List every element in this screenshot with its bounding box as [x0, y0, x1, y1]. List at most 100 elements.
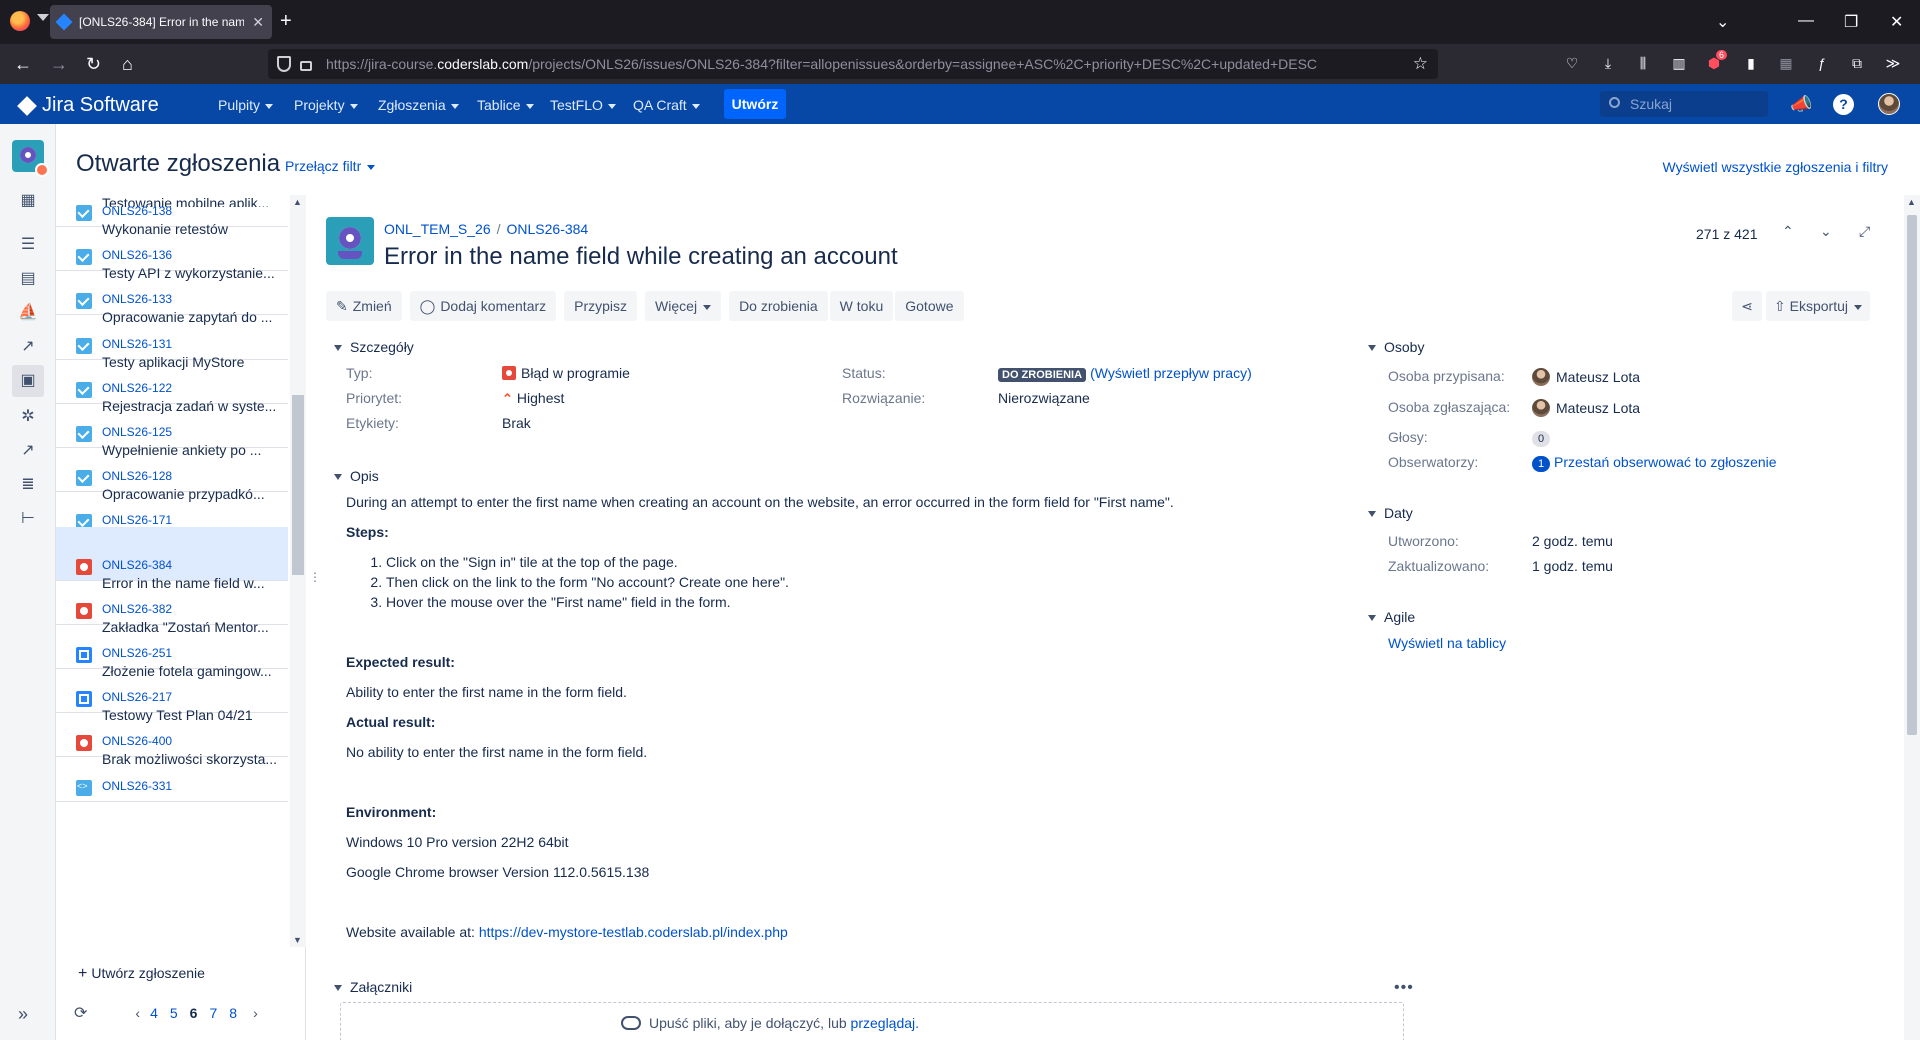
view-on-board-link[interactable]: Wyświetl na tablicy — [1388, 635, 1506, 651]
releases-icon[interactable]: ⛵ — [16, 301, 40, 325]
backlog-icon[interactable]: ▦ — [16, 189, 40, 213]
page-scrollbar[interactable]: ▲ — [1904, 195, 1920, 1040]
extension-icon-2[interactable]: ▦ — [1777, 55, 1795, 73]
minimize-icon[interactable]: — — [1798, 12, 1814, 30]
announcement-icon[interactable]: 📣 — [1790, 94, 1812, 115]
transition-todo-button[interactable]: Do zrobienia — [729, 291, 828, 321]
user-avatar[interactable] — [1878, 93, 1900, 115]
share-button[interactable]: ⋖ — [1732, 291, 1762, 321]
url-text[interactable]: https://jira-course.coderslab.com/projec… — [326, 56, 1317, 72]
watchers-value[interactable]: 1 Przestań obserwować to zgłoszenie — [1532, 454, 1777, 472]
transition-done-button[interactable]: Gotowe — [895, 291, 964, 321]
previous-issue-icon[interactable]: ⌃ — [1782, 223, 1794, 240]
chart-icon[interactable]: ↗ — [16, 439, 40, 463]
extension-icon[interactable]: ▮ — [1742, 55, 1760, 73]
website-link[interactable]: https://dev-mystore-testlab.coderslab.pl… — [479, 924, 788, 940]
expand-sidebar-icon[interactable]: » — [18, 1004, 28, 1025]
list-item-key[interactable]: ONLS26-251 — [102, 646, 172, 660]
list-item-key[interactable]: ONLS26-122 — [102, 381, 172, 395]
next-issue-icon[interactable]: ⌄ — [1820, 223, 1832, 240]
formula-icon[interactable]: ƒ — [1813, 55, 1831, 73]
more-button[interactable]: Więcej — [645, 291, 722, 321]
add-comment-button[interactable]: ◯ Dodaj komentarz — [409, 291, 557, 321]
home-icon[interactable]: ⌂ — [122, 54, 133, 74]
next-page-icon[interactable]: › — [253, 1005, 258, 1021]
browse-link[interactable]: przeglądaj. — [851, 1015, 920, 1031]
transition-in-progress-button[interactable]: W toku — [829, 291, 894, 321]
overflow-menu-icon[interactable]: ≫ — [1884, 55, 1902, 73]
breadcrumb-issue-key[interactable]: ONLS26-384 — [507, 221, 589, 237]
attachment-dropzone[interactable]: Upuść pliki, aby je dołączyć, lub przegl… — [340, 1002, 1404, 1040]
assign-button[interactable]: Przypisz — [564, 291, 638, 321]
lock-icon[interactable] — [300, 61, 312, 71]
list-icon[interactable]: ≣ — [16, 473, 40, 497]
menu-projects[interactable]: Projekty — [294, 97, 358, 113]
back-icon[interactable]: ← — [14, 54, 32, 74]
assignee-value[interactable]: Mateusz Lota — [1532, 368, 1640, 386]
tree-icon[interactable]: ⊢ — [16, 507, 40, 531]
list-scrollbar-thumb[interactable] — [292, 395, 304, 575]
menu-boards[interactable]: Tablice — [477, 97, 534, 113]
stop-watching-link[interactable]: Przestań obserwować to zgłoszenie — [1554, 454, 1777, 470]
issue-list-scroll[interactable]: Testowanie mobilne aplik... ONLS26-138 Wy… — [56, 195, 288, 947]
list-item-key[interactable]: ONLS26-138 — [102, 204, 172, 218]
scroll-up-icon[interactable]: ▲ — [1907, 197, 1916, 207]
restore-icon[interactable]: ❐ — [1844, 12, 1858, 32]
reporter-value[interactable]: Mateusz Lota — [1532, 399, 1640, 417]
stack-icon[interactable]: ☰ — [16, 233, 40, 257]
breadcrumb-project[interactable]: ONL_TEM_S_26 — [384, 221, 491, 237]
chevron-down-icon[interactable] — [37, 14, 49, 21]
page-scrollbar-thumb[interactable] — [1907, 215, 1917, 735]
details-section-toggle[interactable]: Szczegóły — [334, 339, 414, 355]
page-8[interactable]: 8 — [229, 1005, 237, 1021]
switch-filter-button[interactable]: Przełącz filtr — [285, 158, 376, 174]
list-item-key[interactable]: ONLS26-131 — [102, 337, 172, 351]
people-section-toggle[interactable]: Osoby — [1368, 339, 1424, 355]
close-window-icon[interactable]: ✕ — [1890, 12, 1903, 32]
issue-title[interactable]: Error in the name field while creating a… — [384, 243, 898, 271]
forward-icon[interactable]: → — [50, 54, 68, 74]
page-4[interactable]: 4 — [150, 1005, 158, 1021]
list-item-key[interactable]: ONLS26-384 — [102, 558, 172, 572]
export-button[interactable]: ⇧ Eksportuj — [1766, 291, 1870, 321]
components-icon[interactable]: ✲ — [16, 405, 40, 429]
browser-tab[interactable]: [ONLS26-384] Error in the name ✕ — [50, 5, 272, 39]
pocket-icon[interactable]: ♡ — [1563, 55, 1581, 73]
edit-button[interactable]: ✎ Zmień — [326, 291, 402, 321]
list-scrollbar[interactable]: ▲ ▼ — [290, 195, 306, 947]
list-tabs-icon[interactable]: ⌄ — [1716, 12, 1729, 32]
bookmark-star-icon[interactable]: ☆ — [1413, 54, 1428, 74]
list-item[interactable]: ONLS26-331 — [56, 748, 288, 802]
project-avatar-large[interactable] — [326, 217, 374, 265]
scroll-down-icon[interactable]: ▼ — [293, 935, 302, 945]
shield-icon[interactable] — [277, 56, 291, 72]
view-workflow-link[interactable]: (Wyświetl przepływ pracy) — [1090, 365, 1252, 381]
board-icon[interactable]: ▤ — [16, 267, 40, 291]
dates-section-toggle[interactable]: Daty — [1368, 505, 1413, 521]
list-item-key[interactable]: ONLS26-128 — [102, 469, 172, 483]
list-item-key[interactable]: ONLS26-217 — [102, 690, 172, 704]
description-section-toggle[interactable]: Opis — [334, 468, 379, 484]
menu-testflo[interactable]: TestFLO — [550, 97, 616, 113]
extensions-puzzle-icon[interactable]: ⧉ — [1848, 55, 1866, 73]
menu-dashboards[interactable]: Pulpity — [218, 97, 274, 113]
agile-section-toggle[interactable]: Agile — [1368, 609, 1415, 625]
jira-logo[interactable]: Jira Software — [17, 94, 159, 117]
address-bar[interactable]: https://jira-course.coderslab.com/projec… — [268, 49, 1438, 79]
more-options-icon[interactable]: ••• — [1394, 979, 1414, 997]
refresh-icon[interactable]: ⟳ — [74, 1003, 87, 1023]
download-icon[interactable]: ⤓ — [1599, 55, 1617, 73]
view-all-issues-link[interactable]: Wyświetl wszystkie zgłoszenia i filtry — [1663, 159, 1888, 175]
votes-value[interactable]: 0 — [1532, 429, 1550, 447]
list-item-key[interactable]: ONLS26-133 — [102, 292, 172, 306]
menu-qa-craft[interactable]: QA Craft — [633, 97, 700, 113]
list-item-key[interactable]: ONLS26-171 — [102, 513, 172, 527]
issues-icon[interactable]: ▣ — [12, 365, 44, 397]
help-icon[interactable]: ? — [1833, 94, 1854, 115]
prev-page-icon[interactable]: ‹ — [135, 1005, 140, 1021]
reload-icon[interactable]: ↻ — [86, 54, 101, 74]
scroll-up-icon[interactable]: ▲ — [293, 197, 302, 207]
project-avatar[interactable] — [12, 140, 49, 177]
create-issue-link[interactable]: + Utwórz zgłoszenie — [78, 965, 205, 983]
list-item-key[interactable]: ONLS26-331 — [102, 779, 172, 793]
